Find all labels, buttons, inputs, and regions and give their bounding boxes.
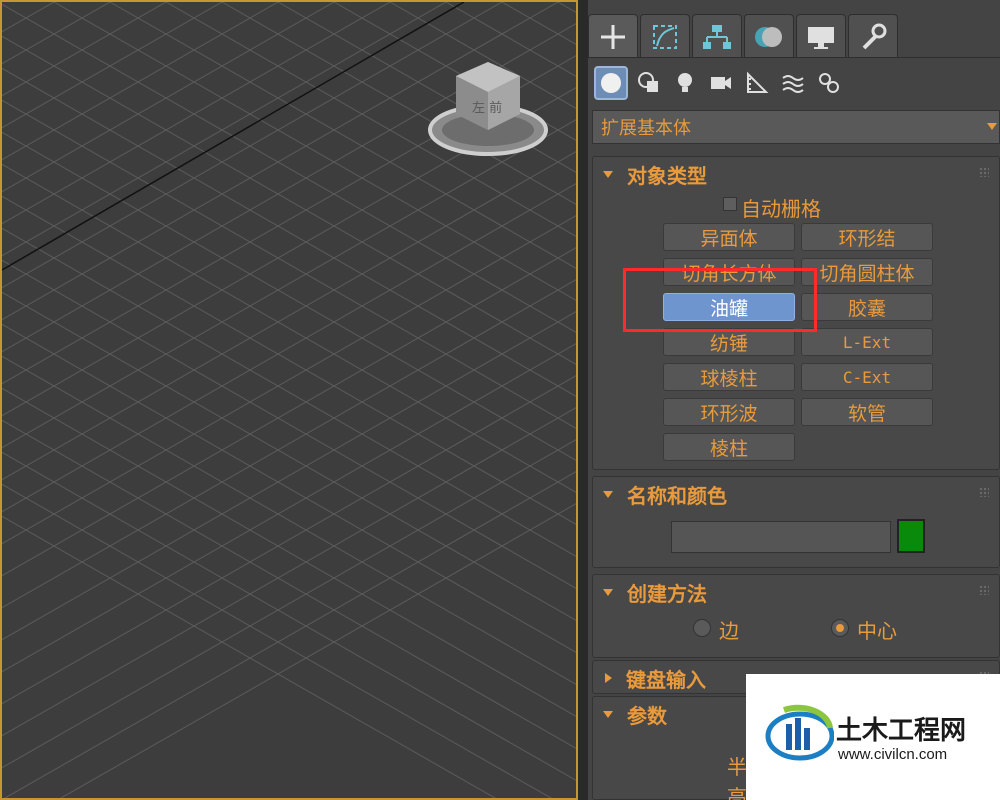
radio-edge-label: 边 xyxy=(719,619,739,643)
expanded-triangle-icon xyxy=(603,490,613,498)
rollout-creation-method: 创建方法 边 中心 xyxy=(592,574,1000,658)
grid-line xyxy=(2,2,335,193)
radio-center-label: 中心 xyxy=(857,619,897,643)
rollout-header-object-type[interactable]: 对象类型 xyxy=(593,157,999,191)
chevron-down-icon xyxy=(987,123,997,130)
civilcn-logo xyxy=(765,704,834,761)
panel-divider[interactable] xyxy=(578,0,588,800)
radio-center[interactable] xyxy=(831,619,849,637)
subtab-shapes[interactable] xyxy=(632,66,666,100)
radio-edge[interactable] xyxy=(693,619,711,637)
expanded-triangle-icon xyxy=(603,710,613,718)
subtab-spacewarps[interactable] xyxy=(776,66,810,100)
wrench-icon xyxy=(862,23,887,49)
subtab-systems[interactable] xyxy=(812,66,846,100)
app-root: 左 前 扩展基本体 对象类型 自动栅格 异面体 环形结 切角长方体 切角圆柱体 … xyxy=(0,0,1000,800)
object-type-button[interactable]: 异面体 xyxy=(663,223,795,251)
object-type-button[interactable]: 胶囊 xyxy=(801,293,933,321)
motion-icon xyxy=(755,26,782,47)
rollout-title: 对象类型 xyxy=(627,163,707,188)
camera-icon xyxy=(711,77,731,89)
tab-utilities[interactable] xyxy=(848,14,898,58)
object-color-swatch[interactable] xyxy=(897,519,925,553)
grid-line xyxy=(557,2,576,13)
category-dropdown[interactable]: 扩展基本体 xyxy=(592,110,1000,144)
object-type-button[interactable]: 切角圆柱体 xyxy=(801,258,933,286)
object-type-button[interactable]: 环形波 xyxy=(663,398,795,426)
rollout-title: 名称和颜色 xyxy=(627,483,727,508)
object-type-button[interactable]: C-Ext xyxy=(801,363,933,391)
shapes-icon xyxy=(638,72,658,92)
plus-icon xyxy=(601,24,625,49)
param-height-label: 高 xyxy=(727,785,747,800)
watermark-url: www.civilcn.com xyxy=(838,746,948,763)
display-monitor-icon xyxy=(808,26,834,49)
object-type-button[interactable]: 软管 xyxy=(801,398,933,426)
object-type-button[interactable]: 棱柱 xyxy=(663,433,795,461)
collapsed-triangle-icon xyxy=(605,673,612,683)
wave-icon xyxy=(782,75,804,93)
drag-handle-icon[interactable] xyxy=(979,487,989,497)
subtab-geometry[interactable] xyxy=(594,66,628,100)
object-type-button[interactable]: 环形结 xyxy=(801,223,933,251)
create-subcategories xyxy=(588,62,1000,106)
watermark: 土木工程网 www.civilcn.com xyxy=(746,674,1000,800)
gears-icon xyxy=(819,73,839,93)
light-bulb-icon xyxy=(678,73,692,92)
tab-motion[interactable] xyxy=(744,14,794,58)
viewcube-label: 左 前 xyxy=(472,100,502,116)
tab-display[interactable] xyxy=(796,14,846,58)
grid-line xyxy=(2,2,223,129)
tab-underline xyxy=(588,57,1000,58)
param-radius-label: 半 xyxy=(727,755,747,779)
drag-handle-icon[interactable] xyxy=(979,167,989,177)
rollout-header-name-color[interactable]: 名称和颜色 xyxy=(593,477,999,511)
modify-curve-icon xyxy=(653,24,677,49)
watermark-title: 土木工程网 xyxy=(836,716,967,746)
annotation-highlight-box xyxy=(623,268,817,332)
expanded-triangle-icon xyxy=(603,588,613,596)
object-type-button[interactable]: 纺锤 xyxy=(663,328,795,356)
tab-create[interactable] xyxy=(588,14,638,58)
viewcube[interactable]: 左 前 xyxy=(426,58,550,158)
hierarchy-icon xyxy=(703,24,731,49)
autogrid-checkbox[interactable] xyxy=(723,197,737,211)
subtab-cameras[interactable] xyxy=(704,66,738,100)
category-value: 扩展基本体 xyxy=(601,118,691,139)
command-tabs xyxy=(588,0,1000,60)
axis-line xyxy=(2,2,465,271)
helper-ruler-icon xyxy=(747,71,769,93)
object-type-button[interactable]: 球棱柱 xyxy=(663,363,795,391)
object-type-button[interactable]: L-Ext xyxy=(801,328,933,356)
expanded-triangle-icon xyxy=(603,170,613,178)
object-name-input[interactable] xyxy=(671,521,891,553)
perspective-viewport[interactable]: 左 前 xyxy=(0,0,578,800)
sphere-icon xyxy=(601,73,621,93)
grid-line xyxy=(2,2,111,65)
autogrid-label: 自动栅格 xyxy=(741,197,821,221)
subtab-lights[interactable] xyxy=(668,66,702,100)
rollout-title: 键盘输入 xyxy=(626,667,706,692)
rollout-header-creation-method[interactable]: 创建方法 xyxy=(593,575,999,609)
tab-hierarchy[interactable] xyxy=(692,14,742,58)
rollout-title: 参数 xyxy=(627,703,667,728)
rollout-name-color: 名称和颜色 xyxy=(592,476,1000,568)
drag-handle-icon[interactable] xyxy=(979,585,989,595)
rollout-title: 创建方法 xyxy=(627,581,707,606)
subtab-helpers[interactable] xyxy=(740,66,774,100)
tab-modify[interactable] xyxy=(640,14,690,58)
